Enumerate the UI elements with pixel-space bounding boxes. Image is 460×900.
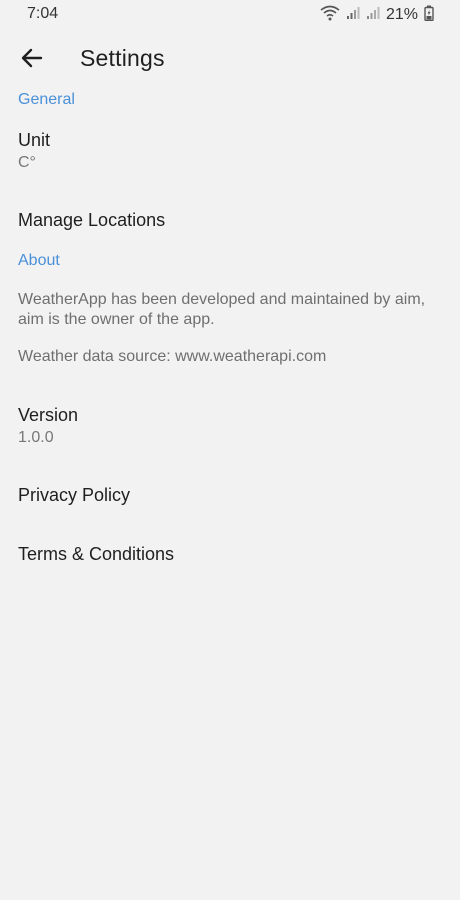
- signal-icon: [366, 6, 380, 25]
- version-title: Version: [18, 405, 79, 425]
- settings-screen: 7:04 21% Settings General Unit C° Manage…: [0, 0, 460, 900]
- version-value: 1.0.0: [18, 429, 54, 446]
- unit-title: Unit: [18, 130, 51, 150]
- status-icons: 21%: [320, 5, 434, 25]
- privacy-policy-label: Privacy Policy: [18, 485, 131, 505]
- battery-charging-icon: [424, 5, 434, 26]
- app-bar: Settings: [0, 36, 460, 82]
- wifi-icon: [320, 5, 340, 26]
- signal-icon: [346, 6, 360, 25]
- terms-conditions-label: Terms & Conditions: [18, 544, 175, 564]
- arrow-left-icon: [21, 48, 43, 73]
- page-title: Settings: [80, 45, 165, 71]
- terms-conditions-item[interactable]: Terms & Conditions: [0, 536, 460, 576]
- status-time: 7:04: [27, 5, 59, 22]
- status-bar: 7:04 21%: [0, 0, 460, 30]
- unit-setting[interactable]: Unit C°: [0, 124, 460, 184]
- manage-locations-label: Manage Locations: [18, 210, 166, 230]
- section-header-about: About: [18, 252, 60, 269]
- back-button[interactable]: [16, 44, 48, 76]
- manage-locations-item[interactable]: Manage Locations: [0, 202, 460, 242]
- about-description: WeatherApp has been developed and mainta…: [18, 291, 426, 328]
- version-item: Version 1.0.0: [0, 398, 460, 454]
- section-header-general: General: [18, 91, 75, 108]
- battery-percent: 21%: [385, 6, 418, 23]
- data-source-text: Weather data source: www.weatherapi.com: [18, 348, 327, 365]
- unit-value: C°: [18, 154, 36, 171]
- privacy-policy-item[interactable]: Privacy Policy: [0, 477, 460, 517]
